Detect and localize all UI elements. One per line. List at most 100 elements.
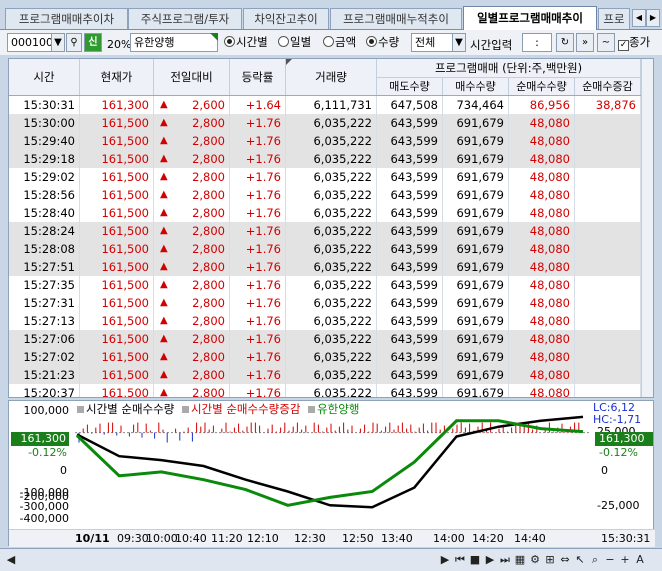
- cell-sell: 643,599: [377, 366, 443, 384]
- zoom-icon[interactable]: ⌕: [588, 552, 602, 568]
- table-row[interactable]: 15:30:00 161,500 2,800 ▲ +1.76 6,035,222 643,5…: [9, 114, 641, 132]
- search-icon[interactable]: ⚲: [66, 33, 82, 52]
- tab-program-trend-diff[interactable]: 프로그램매매추이차: [5, 8, 128, 29]
- stock-name-field[interactable]: 유한양행: [130, 33, 218, 52]
- tab-scroll-left-icon[interactable]: ◀: [632, 9, 646, 27]
- zoom-out-icon[interactable]: −: [603, 552, 617, 568]
- tab-stock-program-investor[interactable]: 주식프로그램/투자: [128, 8, 242, 29]
- cell-volume: 6,035,222: [286, 294, 377, 312]
- chart-toggle-icon[interactable]: ∼: [597, 33, 615, 52]
- play-icon[interactable]: ▶: [483, 552, 497, 568]
- step-icon[interactable]: ⏭: [498, 552, 512, 568]
- fast-forward-icon[interactable]: »: [576, 33, 594, 52]
- table-row[interactable]: 15:27:06 161,500 2,800 ▲ +1.76 6,035,222 643,5…: [9, 330, 641, 348]
- series-price-line: [75, 419, 584, 507]
- cell-net: 48,080: [509, 258, 575, 276]
- stock-code-input[interactable]: 000100: [7, 33, 53, 52]
- table-row[interactable]: 15:30:31 161,300 2,600 ▲ +1.64 6,111,731 647,5…: [9, 96, 641, 114]
- cell-time: 15:27:13: [9, 312, 80, 330]
- cell-volume: 6,035,222: [286, 204, 377, 222]
- right-price-badge: 161,300: [595, 432, 653, 446]
- compare-icon[interactable]: ⇔: [558, 552, 572, 568]
- header-net[interactable]: 순매수수량: [509, 77, 575, 95]
- table-row[interactable]: 15:29:18 161,500 2,800 ▲ +1.76 6,035,222 643,5…: [9, 150, 641, 168]
- tab-program-more[interactable]: 프로: [598, 8, 630, 29]
- cell-net: 48,080: [509, 366, 575, 384]
- radio-qty[interactable]: 수량: [366, 35, 399, 51]
- table-row[interactable]: 15:28:08 161,500 2,800 ▲ +1.76 6,035,222 643,5…: [9, 240, 641, 258]
- header-program-group: 프로그램매매 (단위:주,백만원): [377, 59, 641, 77]
- filter-dropdown-icon[interactable]: ▼: [452, 33, 466, 52]
- grid-icon[interactable]: ▦: [513, 552, 527, 568]
- chart-plot-area[interactable]: [75, 401, 591, 529]
- header-volume[interactable]: 거래량: [286, 59, 377, 95]
- table-row[interactable]: 15:27:02 161,500 2,800 ▲ +1.76 6,035,222 643,5…: [9, 348, 641, 366]
- table-row[interactable]: 15:28:40 161,500 2,800 ▲ +1.76 6,035,222 643,5…: [9, 204, 641, 222]
- stop-icon[interactable]: ■: [468, 552, 482, 568]
- radio-amount[interactable]: 금액: [323, 35, 356, 51]
- settings-icon[interactable]: ⚙: [528, 552, 542, 568]
- header-rate[interactable]: 등락률: [230, 59, 286, 95]
- cell-time: 15:28:56: [9, 186, 80, 204]
- cell-price: 161,500: [80, 384, 154, 397]
- font-icon[interactable]: A: [633, 552, 647, 568]
- table-row[interactable]: 15:21:23 161,500 2,800 ▲ +1.76 6,035,222 643,5…: [9, 366, 641, 384]
- check-icon: ✓: [618, 40, 629, 51]
- cell-time: 15:28:40: [9, 204, 80, 222]
- cell-volume: 6,035,222: [286, 168, 377, 186]
- cell-buy: 691,679: [443, 114, 509, 132]
- table-row[interactable]: 15:20:37 161,500 2,800 ▲ +1.76 6,035,222 643,5…: [9, 384, 641, 397]
- table-row[interactable]: 15:28:24 161,500 2,800 ▲ +1.76 6,035,222 643,5…: [9, 222, 641, 240]
- tab-arbitrage-balance[interactable]: 차익잔고추이: [243, 8, 329, 29]
- cell-price: 161,500: [80, 294, 154, 312]
- radio-time[interactable]: 시간별: [224, 35, 268, 51]
- header-price[interactable]: 현재가: [80, 59, 154, 95]
- header-time[interactable]: 시간: [9, 59, 80, 95]
- table-row[interactable]: 15:27:35 161,500 2,800 ▲ +1.76 6,035,222 643,5…: [9, 276, 641, 294]
- bottom-toolbar: ◀ ▶ ⏮ ■ ▶ ⏭ ▦ ⚙ ⊞ ⇔ ↖ ⌕ − + A: [0, 548, 662, 571]
- refresh-icon[interactable]: ↻: [556, 33, 574, 52]
- table-row[interactable]: 15:28:56 161,500 2,800 ▲ +1.76 6,035,222 643,5…: [9, 186, 641, 204]
- close-price-checkbox[interactable]: ✓ 종가: [618, 35, 650, 51]
- up-arrow-icon: ▲: [160, 153, 168, 164]
- crosshair-icon[interactable]: ⊞: [543, 552, 557, 568]
- table-row[interactable]: 15:27:13 161,500 2,800 ▲ +1.76 6,035,222 643,5…: [9, 312, 641, 330]
- cell-net: 48,080: [509, 168, 575, 186]
- table-row[interactable]: 15:27:51 161,500 2,800 ▲ +1.76 6,035,222 643,5…: [9, 258, 641, 276]
- header-change[interactable]: 전일대비: [154, 59, 230, 95]
- table-row[interactable]: 15:27:31 161,500 2,800 ▲ +1.76 6,035,222 643,5…: [9, 294, 641, 312]
- cell-delta: 38,876: [575, 96, 641, 114]
- cell-buy: 691,679: [443, 258, 509, 276]
- time-input[interactable]: :: [522, 33, 552, 52]
- cell-net: 48,080: [509, 114, 575, 132]
- rewind-icon[interactable]: ⏮: [453, 552, 467, 568]
- scroll-right-icon[interactable]: ▶: [438, 552, 452, 568]
- header-sell[interactable]: 매도수량: [377, 77, 443, 95]
- radio-day-dot-icon: [278, 36, 289, 47]
- filter-select[interactable]: 전체: [411, 33, 453, 52]
- tab-scroll-right-icon[interactable]: ▶: [646, 9, 660, 27]
- table-scrollbar[interactable]: [641, 59, 653, 397]
- header-buy[interactable]: 매수수량: [443, 77, 509, 95]
- x-tick-label: 12:10: [247, 532, 279, 545]
- table-row[interactable]: 15:29:40 161,500 2,800 ▲ +1.76 6,035,222 643,5…: [9, 132, 641, 150]
- radio-day[interactable]: 일별: [278, 35, 311, 51]
- radio-qty-dot-icon: [366, 36, 377, 47]
- cell-buy: 691,679: [443, 384, 509, 397]
- cell-time: 15:27:02: [9, 348, 80, 366]
- cell-price: 161,500: [80, 312, 154, 330]
- cell-delta: [575, 186, 641, 204]
- cell-buy: 691,679: [443, 294, 509, 312]
- table-row[interactable]: 15:29:02 161,500 2,800 ▲ +1.76 6,035,222 643,5…: [9, 168, 641, 186]
- cell-rate: +1.76: [230, 222, 286, 240]
- zoom-in-icon[interactable]: +: [618, 552, 632, 568]
- cursor-icon[interactable]: ↖: [573, 552, 587, 568]
- cell-volume: 6,035,222: [286, 132, 377, 150]
- header-net-delta[interactable]: 순매수증감: [575, 77, 641, 95]
- code-dropdown-icon[interactable]: ▼: [51, 33, 65, 52]
- cell-time: 15:28:24: [9, 222, 80, 240]
- tab-daily-program-trend[interactable]: 일별프로그램매매추이: [463, 6, 597, 30]
- scroll-left-icon[interactable]: ◀: [4, 552, 18, 568]
- tab-program-cumulative[interactable]: 프로그램매매누적추이: [330, 8, 462, 29]
- cell-time: 15:30:31: [9, 96, 80, 114]
